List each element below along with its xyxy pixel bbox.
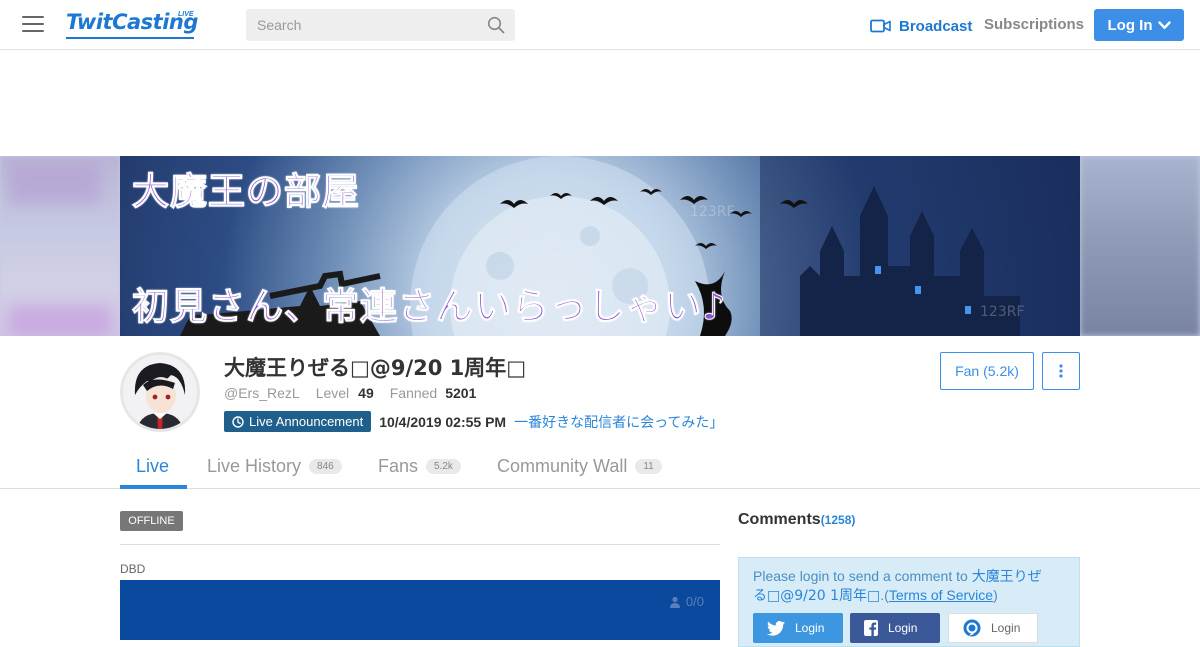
- profile-banner: 123RF 123RF 大魔王の部屋 初見さん、常連さんいらっしゃい♪: [0, 156, 1200, 336]
- logo-live-badge: LIVE: [178, 11, 194, 18]
- fanned-label: Fanned: [389, 385, 438, 401]
- twitcasting-login-label: Login: [991, 621, 1021, 635]
- broadcast-link[interactable]: Broadcast: [870, 16, 972, 36]
- search-icon[interactable]: [487, 16, 505, 34]
- banner-image: 123RF 123RF 大魔王の部屋 初見さん、常連さんいらっしゃい♪: [120, 156, 1080, 336]
- active-tab-indicator: [120, 485, 187, 489]
- profile-tabs: Live Live History 846 Fans 5.2k Communit…: [0, 444, 1200, 489]
- search-input[interactable]: [246, 9, 466, 41]
- login-prompt: Please login to send a comment to 大魔王りぜる…: [753, 567, 1053, 605]
- tab-live-history[interactable]: Live History 846: [207, 444, 342, 488]
- twitcasting-icon: [963, 619, 981, 637]
- twitcasting-login-button[interactable]: Login: [948, 613, 1038, 643]
- announcement-badge: Live Announcement: [224, 411, 372, 432]
- announcement-title-link[interactable]: 一番好きな配信者に会ってみた」: [514, 412, 723, 432]
- svg-text:123RF: 123RF: [690, 204, 735, 220]
- banner-blur-right: [1080, 156, 1200, 336]
- chevron-down-icon: [1157, 20, 1171, 29]
- login-prompt-separator: .(: [880, 587, 889, 603]
- tab-count: 846: [309, 458, 342, 474]
- tab-live[interactable]: Live: [136, 444, 169, 488]
- logo-underline: [66, 37, 194, 39]
- profile-handle: @Ers_RezL: [224, 385, 300, 401]
- subscriptions-link[interactable]: Subscriptions: [984, 16, 1084, 33]
- level-label: Level: [315, 385, 350, 401]
- twitter-login-label: Login: [795, 621, 825, 635]
- vertical-dots-icon: [1059, 364, 1063, 378]
- announcement-date: 10/4/2019 02:55 PM: [379, 413, 507, 430]
- announcement-label: Live Announcement: [249, 414, 364, 429]
- profile-meta: @Ers_RezL Level 49 Fanned 5201: [224, 385, 476, 401]
- person-icon: [669, 596, 680, 608]
- facebook-login-label: Login: [888, 621, 918, 635]
- terms-of-service-link[interactable]: Terms of Service: [889, 587, 993, 603]
- login-prompt-close: ): [993, 587, 998, 603]
- level-value: 49: [358, 385, 374, 401]
- banner-blur-left: [0, 156, 120, 336]
- tab-fans[interactable]: Fans 5.2k: [378, 444, 461, 488]
- broadcast-label: Broadcast: [899, 17, 973, 35]
- svg-text:123RF: 123RF: [980, 304, 1025, 320]
- comments-heading: Comments(1258): [738, 511, 855, 529]
- tab-label: Live History: [207, 455, 302, 476]
- tab-count: 5.2k: [426, 458, 461, 474]
- live-announcement: Live Announcement 10/4/2019 02:55 PM 一番好…: [224, 411, 723, 432]
- viewer-count-value: 0/0: [685, 594, 704, 609]
- status-badge: OFFLINE: [120, 511, 183, 531]
- comments-login-panel: Please login to send a comment to 大魔王りぜる…: [738, 557, 1080, 647]
- tab-community-wall[interactable]: Community Wall 11: [497, 444, 662, 488]
- top-navigation-bar: TwitCasting LIVE Broadcast Subscriptions…: [0, 0, 1200, 50]
- search-box: [246, 9, 515, 41]
- banner-subtitle: 初見さん、常連さんいらっしゃい♪: [132, 285, 727, 329]
- fanned-value: 5201: [445, 385, 477, 401]
- tab-label: Fans: [378, 455, 419, 476]
- twitter-icon: [767, 620, 785, 636]
- clock-icon: [232, 415, 244, 428]
- stream-category: DBD: [120, 562, 146, 576]
- viewer-count: 0/0: [669, 594, 704, 609]
- comments-count: (1258): [820, 513, 856, 527]
- hamburger-menu-icon[interactable]: [22, 16, 44, 34]
- more-options-button[interactable]: [1042, 352, 1080, 390]
- fan-button[interactable]: Fan (5.2k): [940, 352, 1034, 390]
- twitcasting-logo[interactable]: TwitCasting LIVE: [66, 10, 198, 40]
- facebook-icon: [864, 620, 878, 636]
- avatar-image: [123, 355, 197, 429]
- video-camera-icon: [870, 19, 891, 33]
- twitter-login-button[interactable]: Login: [753, 613, 843, 643]
- divider: [120, 544, 720, 545]
- tab-label: Live: [136, 455, 170, 476]
- login-button[interactable]: Log In: [1094, 9, 1184, 41]
- profile-name: 大魔王りぜる□@9/20 1周年□: [224, 356, 527, 380]
- tab-label: Community Wall: [497, 455, 628, 476]
- video-player[interactable]: 0/0: [120, 580, 720, 640]
- tab-count: 11: [635, 458, 662, 474]
- login-label: Log In: [1107, 16, 1153, 34]
- avatar[interactable]: [120, 352, 200, 432]
- banner-title: 大魔王の部屋: [132, 170, 360, 214]
- login-prompt-text: Please login to send a comment to: [753, 568, 972, 584]
- facebook-login-button[interactable]: Login: [850, 613, 940, 643]
- comments-title: Comments: [738, 511, 821, 528]
